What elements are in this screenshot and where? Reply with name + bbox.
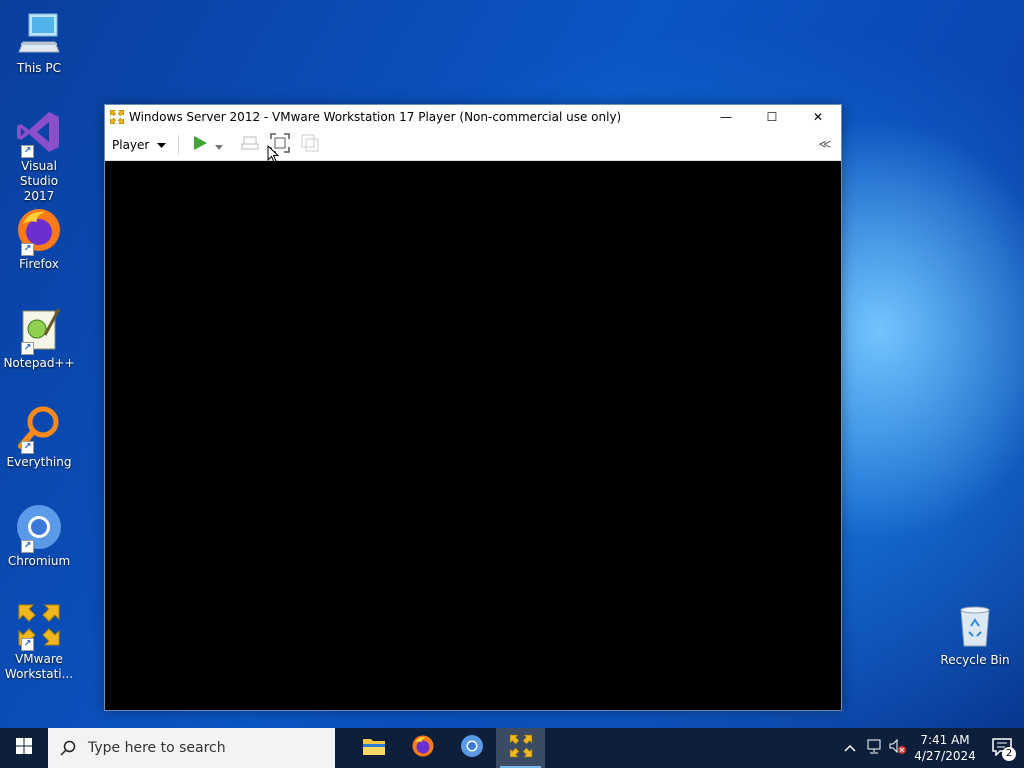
vm-display[interactable] xyxy=(105,161,841,710)
shortcut-arrow-icon: ↗ xyxy=(21,540,34,553)
minimize-icon: — xyxy=(720,110,732,124)
vmware-icon xyxy=(109,109,125,125)
mouse-cursor-icon xyxy=(267,144,280,167)
chromium-icon xyxy=(460,734,484,762)
desktop-icon-chromium[interactable]: ↗ Chromium xyxy=(3,503,75,569)
desktop-icon-this-pc[interactable]: This PC xyxy=(3,10,75,76)
firefox-icon: ↗ xyxy=(15,206,63,256)
chevron-down-icon xyxy=(157,138,167,152)
windows-logo-icon xyxy=(16,738,32,758)
firefox-icon xyxy=(411,734,435,762)
desktop-icon-label: Notepad++ xyxy=(3,356,75,370)
power-on-button[interactable] xyxy=(189,134,211,156)
keyboard-icon xyxy=(241,135,259,155)
desktop-icon-label: This PC xyxy=(17,61,61,75)
desktop-icon-label: Firefox xyxy=(19,257,59,271)
shortcut-arrow-icon: ↗ xyxy=(21,243,34,256)
system-tray: 7:41 AM 4/27/2024 2 xyxy=(838,728,1024,768)
visual-studio-icon: ↗ xyxy=(15,108,63,158)
player-toolbar: Player ≪ xyxy=(105,129,841,161)
vmware-icon xyxy=(508,733,534,763)
notepad-plus-plus-icon: ↗ xyxy=(15,305,63,355)
player-menu-button[interactable]: Player xyxy=(112,137,167,152)
play-icon xyxy=(192,135,208,155)
vmware-icon: ↗ xyxy=(15,601,63,651)
close-button[interactable]: ✕ xyxy=(795,105,841,129)
maximize-icon: ☐ xyxy=(766,110,778,124)
recycle-bin-icon xyxy=(951,602,999,650)
desktop-icon-label: VMware Workstati... xyxy=(4,652,74,681)
network-icon xyxy=(865,739,883,758)
volume-tray-button[interactable] xyxy=(886,738,910,758)
send-ctrl-alt-del-button[interactable] xyxy=(239,134,261,156)
taskbar-app-file-explorer[interactable] xyxy=(349,728,398,768)
shortcut-arrow-icon: ↗ xyxy=(21,441,34,454)
taskbar-search-box[interactable]: Type here to search xyxy=(48,728,335,768)
desktop-icon-label: Everything xyxy=(6,455,72,469)
taskbar-app-chromium[interactable] xyxy=(447,728,496,768)
taskbar-clock[interactable]: 7:41 AM 4/27/2024 xyxy=(910,732,980,764)
desktop-icon-label: Recycle Bin xyxy=(940,653,1010,667)
chevron-up-icon xyxy=(844,741,856,755)
unity-mode-button[interactable] xyxy=(299,134,321,156)
title-bar[interactable]: Windows Server 2012 - VMware Workstation… xyxy=(105,105,841,129)
network-tray-button[interactable] xyxy=(862,739,886,758)
start-button[interactable] xyxy=(0,728,48,768)
shortcut-arrow-icon: ↗ xyxy=(21,145,34,158)
clock-time: 7:41 AM xyxy=(920,733,970,747)
desktop-icon-vmware[interactable]: ↗ VMware Workstati... xyxy=(3,601,75,682)
chromium-icon: ↗ xyxy=(15,503,63,553)
close-icon: ✕ xyxy=(812,110,824,124)
taskbar-app-vmware[interactable] xyxy=(496,728,545,768)
minimize-button[interactable]: — xyxy=(703,105,749,129)
taskbar: Type here to search 7:41 AM 4/27/2024 2 xyxy=(0,728,1024,768)
double-chevron-left-icon: ≪ xyxy=(818,137,831,151)
action-center-button[interactable]: 2 xyxy=(980,737,1024,761)
unity-icon xyxy=(301,134,319,156)
computer-icon xyxy=(15,10,63,58)
taskbar-app-firefox[interactable] xyxy=(398,728,447,768)
power-options-dropdown[interactable] xyxy=(213,134,225,156)
chevron-down-icon xyxy=(215,135,224,154)
show-hidden-icons-button[interactable] xyxy=(838,741,862,755)
everything-search-icon: ↗ xyxy=(15,404,63,454)
search-placeholder: Type here to search xyxy=(88,740,226,756)
desktop-icon-label: Visual Studio 2017 xyxy=(19,159,59,203)
search-icon xyxy=(48,740,88,756)
shortcut-arrow-icon: ↗ xyxy=(21,342,34,355)
collapse-library-button[interactable]: ≪ xyxy=(818,137,831,151)
window-title: Windows Server 2012 - VMware Workstation… xyxy=(129,110,622,124)
vmware-player-window[interactable]: Windows Server 2012 - VMware Workstation… xyxy=(104,104,842,711)
desktop-icon-firefox[interactable]: ↗ Firefox xyxy=(3,206,75,272)
folder-icon xyxy=(362,736,386,760)
desktop-icon-notepadpp[interactable]: ↗ Notepad++ xyxy=(3,305,75,371)
notification-count-badge: 2 xyxy=(1002,746,1016,761)
speaker-muted-icon xyxy=(889,738,907,758)
desktop-icon-label: Chromium xyxy=(7,554,71,568)
shortcut-arrow-icon: ↗ xyxy=(21,638,34,651)
desktop-icon-visual-studio[interactable]: ↗ Visual Studio 2017 xyxy=(3,108,75,204)
player-menu-label: Player xyxy=(112,137,150,152)
desktop-icon-everything[interactable]: ↗ Everything xyxy=(3,404,75,470)
desktop-icon-recycle-bin[interactable]: Recycle Bin xyxy=(939,602,1011,668)
clock-date: 4/27/2024 xyxy=(914,749,976,763)
toolbar-divider xyxy=(178,134,180,155)
maximize-button[interactable]: ☐ xyxy=(749,105,795,129)
